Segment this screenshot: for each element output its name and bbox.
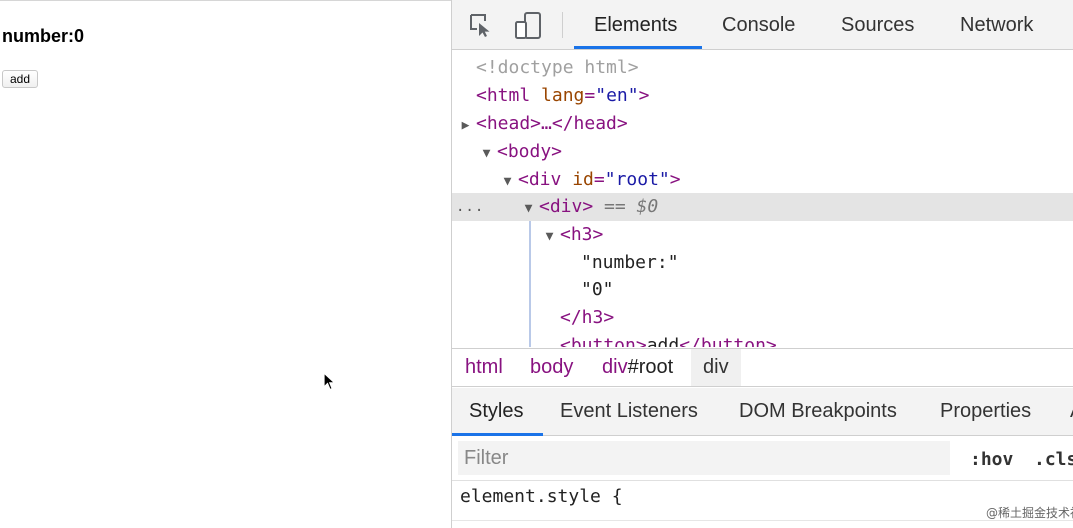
breadcrumb-div-root[interactable]: div#root [590, 349, 685, 386]
breadcrumb-div[interactable]: div [691, 349, 741, 386]
breadcrumb-root-tag: div [602, 356, 628, 378]
breadcrumb: html body div#root div [452, 348, 1073, 387]
button-open-tag: <button> [560, 335, 647, 347]
html-lang-value: "en" [595, 85, 639, 106]
hov-toggle[interactable]: :hov [970, 449, 1013, 470]
active-subtab-indicator [452, 433, 543, 436]
dom-tree: <!doctype html> <html lang="en"> ▶ <head>… [452, 51, 1073, 347]
add-button[interactable]: add [2, 70, 39, 88]
styles-filter-bar: Filter :hov .cls [452, 437, 1073, 481]
filter-input[interactable]: Filter [458, 441, 950, 475]
h3-close-tag: </h3> [560, 307, 615, 328]
root-div-attr: id [572, 169, 594, 190]
page-preview: number:0 add [0, 0, 451, 528]
tab-sources[interactable]: Sources [841, 14, 914, 37]
devtools-panel: Elements Console Sources Network <!docty… [451, 0, 1073, 528]
root-div-tag: <div [518, 169, 562, 190]
dom-node-text-number[interactable]: "number:" [452, 249, 1073, 277]
head-tag: <head>…</head> [476, 113, 628, 134]
number-heading: number:0 [2, 26, 85, 46]
dom-node-text-zero[interactable]: "0" [452, 276, 1073, 304]
cls-toggle[interactable]: .cls [1034, 449, 1073, 470]
html-lang-attr: lang [541, 85, 585, 106]
text-node-zero: "0" [581, 279, 614, 300]
selected-marker: == $0 [604, 196, 659, 217]
button-text: add [646, 335, 680, 347]
tab-elements[interactable]: Elements [594, 14, 677, 37]
toolbar-separator [562, 12, 563, 38]
active-tab-indicator [574, 46, 702, 49]
collapse-arrow-icon[interactable]: ▼ [539, 223, 560, 251]
doctype-text: <!doctype html> [476, 57, 639, 78]
expand-arrow-icon[interactable]: ▶ [455, 112, 476, 140]
collapse-arrow-icon[interactable]: ▼ [476, 140, 497, 168]
text-node-number: "number:" [581, 252, 679, 273]
dom-node-html[interactable]: <html lang="en"> [452, 82, 1073, 110]
selected-div-tag: <div> [539, 196, 594, 217]
root-div-close-bracket: > [669, 169, 681, 190]
breadcrumb-root-id: #root [627, 356, 674, 378]
tab-network[interactable]: Network [960, 14, 1033, 37]
watermark-text: @稀土掘金技术社区 [986, 506, 1073, 520]
breadcrumb-body[interactable]: body [518, 349, 585, 386]
breadcrumb-html[interactable]: html [453, 349, 515, 386]
styles-subtabs: Styles Event Listeners DOM Breakpoints P… [452, 388, 1073, 436]
dom-node-h3[interactable]: ▼ <h3> [452, 221, 1073, 249]
dom-node-head[interactable]: ▶ <head>…</head> [452, 110, 1073, 138]
subtab-properties[interactable]: Properties [940, 400, 1031, 423]
pane-divider [452, 520, 1073, 528]
html-open-tag: <html [476, 85, 531, 106]
more-options-icon[interactable]: ... [456, 193, 484, 221]
dom-node-doctype[interactable]: <!doctype html> [452, 54, 1073, 82]
inspect-element-icon[interactable] [468, 12, 494, 38]
indent-guide [529, 221, 531, 347]
mouse-cursor-icon [323, 372, 337, 391]
dom-node-root-div[interactable]: ▼ <div id="root"> [452, 166, 1073, 194]
subtab-dom-breakpoints[interactable]: DOM Breakpoints [739, 400, 897, 423]
dom-node-selected-div[interactable]: ... ▼ <div> == $0 [452, 193, 1073, 221]
h3-open-tag: <h3> [560, 224, 604, 245]
device-toolbar-icon[interactable] [514, 12, 542, 40]
subtab-styles[interactable]: Styles [469, 400, 523, 423]
dom-node-button[interactable]: <button>add</button> [452, 332, 1073, 347]
subtab-event-listeners[interactable]: Event Listeners [560, 400, 698, 423]
dom-node-h3-close[interactable]: </h3> [452, 304, 1073, 332]
root-div-value: "root" [604, 169, 670, 190]
collapse-arrow-icon[interactable]: ▼ [518, 195, 539, 223]
devtools-toolbar: Elements Console Sources Network [452, 0, 1073, 50]
styles-pane: element.style { @稀土掘金技术社区 [452, 482, 1073, 528]
collapse-arrow-icon[interactable]: ▼ [497, 168, 518, 196]
html-close-bracket: > [638, 85, 650, 106]
tab-console[interactable]: Console [722, 14, 795, 37]
body-tag: <body> [497, 141, 563, 162]
element-style-rule[interactable]: element.style { [460, 486, 623, 507]
button-close-tag: </button> [679, 335, 777, 347]
dom-node-body[interactable]: ▼ <body> [452, 138, 1073, 166]
